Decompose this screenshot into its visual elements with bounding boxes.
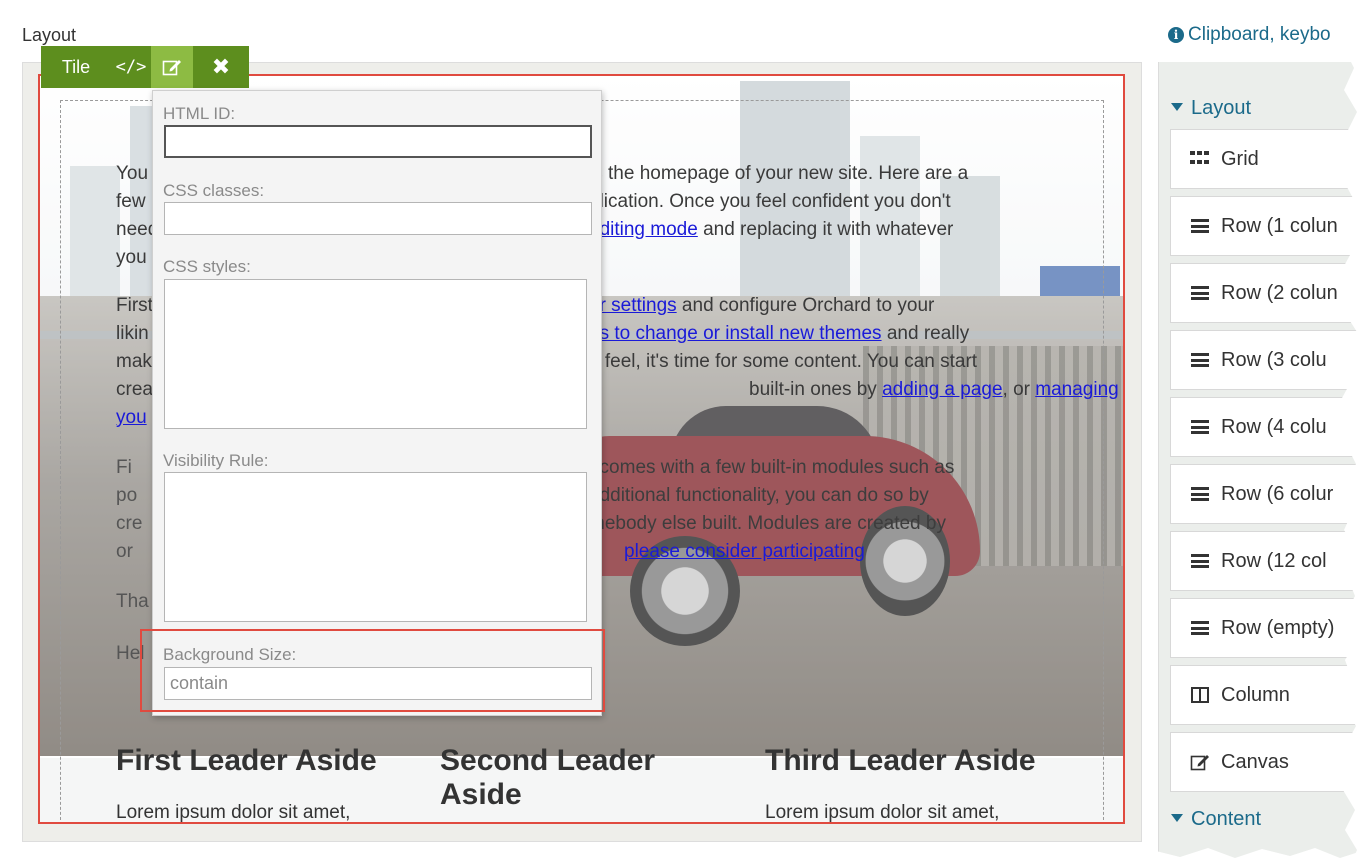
content-section-label: Content <box>1191 808 1262 830</box>
editing-mode-link[interactable]: editing mode <box>589 219 698 240</box>
text-fragment: make <box>116 351 163 372</box>
bars-icon <box>1189 554 1211 568</box>
toolbox-item-label: Row (6 colur <box>1221 482 1334 505</box>
text-fragment: You <box>116 163 149 184</box>
aside-body-1: Lorem ipsum dolor sit amet, <box>116 802 351 823</box>
toolbox-item-row-2[interactable]: Row (2 colun <box>1170 263 1360 323</box>
toolbox-sidebar: Layout Grid Row (1 colun Row (2 colun Ro… <box>1158 62 1360 862</box>
text-fragment: and configure Orchard to your <box>676 295 935 316</box>
caret-down-icon <box>1171 103 1183 111</box>
toolbox-item-row-6[interactable]: Row (6 colur <box>1170 464 1360 524</box>
toolbox-item-label: Column <box>1221 683 1290 706</box>
text-fragment: t comes with a few built-in modules such… <box>589 457 955 478</box>
toolbox-item-row-1[interactable]: Row (1 colun <box>1170 196 1360 256</box>
toolbox-item-label: Row (empty) <box>1221 616 1335 639</box>
background-size-highlight <box>140 629 605 712</box>
toolbox-item-label: Canvas <box>1221 750 1289 773</box>
text-fragment: , or <box>1002 379 1036 400</box>
text-fragment: likin <box>116 323 149 344</box>
bars-icon <box>1189 487 1211 501</box>
properties-popup: HTML ID: CSS classes: CSS styles: Visibi… <box>152 90 602 716</box>
bars-icon <box>1189 286 1211 300</box>
aside-body-3: Lorem ipsum dolor sit amet, <box>765 802 1000 823</box>
aside-title-3: Third Leader Aside <box>765 744 1036 777</box>
info-icon: i <box>1168 27 1184 43</box>
column-icon <box>1189 687 1211 703</box>
toolbox-item-column[interactable]: Column <box>1170 665 1360 725</box>
text-fragment: few <box>116 191 146 212</box>
bars-icon <box>1189 621 1211 635</box>
toolbox-item-row-4[interactable]: Row (4 colu <box>1170 397 1360 457</box>
content-section-toggle[interactable]: Content <box>1171 808 1261 831</box>
code-icon[interactable]: </> <box>111 46 151 88</box>
text-fragment: plication. Once you feel confident you d… <box>589 191 951 212</box>
toolbar-label: Tile <box>41 46 111 88</box>
text-fragment: crea <box>116 379 153 400</box>
settings-link[interactable]: ur settings <box>589 295 677 316</box>
adding-page-link[interactable]: adding a page <box>882 379 1002 400</box>
text-fragment: need <box>116 219 159 240</box>
css-styles-textarea[interactable] <box>164 279 587 429</box>
text-fragment: and replacing it with whatever <box>703 219 954 240</box>
toolbox-item-row-empty[interactable]: Row (empty) <box>1170 598 1360 658</box>
text-fragment: cre <box>116 513 143 534</box>
close-icon[interactable]: ✖ <box>193 46 249 88</box>
css-classes-label: CSS classes: <box>163 181 265 200</box>
html-id-label: HTML ID: <box>163 104 236 123</box>
toolbox-item-label: Row (3 colu <box>1221 348 1327 371</box>
layout-section-toggle[interactable]: Layout <box>1171 97 1251 120</box>
text-fragment: mebody else built. Modules are created b… <box>589 513 946 534</box>
toolbox-item-canvas[interactable]: Canvas <box>1170 732 1360 792</box>
text-fragment: is the homepage of your new site. Here a… <box>589 163 969 184</box>
toolbox-item-label: Row (1 colun <box>1221 214 1338 237</box>
text-fragment: d feel, it's time for some content. You … <box>589 351 978 372</box>
participating-link[interactable]: please consider participating <box>624 541 865 562</box>
bars-icon <box>1189 353 1211 367</box>
toolbox-item-label: Row (2 colun <box>1221 281 1338 304</box>
caret-down-icon <box>1171 814 1183 822</box>
torn-edge-bottom <box>0 848 1365 868</box>
aside-title-1: First Leader Aside <box>116 744 377 777</box>
grid-icon <box>1189 151 1211 167</box>
torn-edge-right <box>1342 0 1365 868</box>
visibility-rule-label: Visibility Rule: <box>163 451 269 470</box>
visibility-rule-textarea[interactable] <box>164 472 587 622</box>
text-fragment-link[interactable]: you <box>116 407 147 428</box>
themes-link[interactable]: es to change or install new themes <box>589 323 882 344</box>
edit-icon <box>1189 753 1211 771</box>
help-link[interactable]: i Clipboard, keybo <box>1168 24 1331 46</box>
text-fragment: you <box>116 247 147 268</box>
toolbox-item-row-3[interactable]: Row (3 colu <box>1170 330 1360 390</box>
help-link-label: Clipboard, keybo <box>1188 24 1331 45</box>
text-fragment: po <box>116 485 138 506</box>
toolbox-item-grid[interactable]: Grid <box>1170 129 1360 189</box>
element-toolbar: Tile </> ✖ <box>41 46 249 88</box>
toolbox-item-label: Grid <box>1221 147 1259 170</box>
toolbox-item-row-12[interactable]: Row (12 col <box>1170 531 1360 591</box>
css-classes-input[interactable] <box>164 202 592 235</box>
layout-title: Layout <box>22 25 77 45</box>
text-fragment: Fi <box>116 457 132 478</box>
text-fragment: additional functionality, you can do so … <box>589 485 929 506</box>
text-fragment: or <box>116 541 133 562</box>
layout-section-label: Layout <box>1191 97 1252 119</box>
toolbox-item-label: Row (4 colu <box>1221 415 1327 438</box>
text-fragment: First <box>116 295 153 316</box>
managing-link[interactable]: managing <box>1035 379 1118 400</box>
toolbox-item-label: Row (12 col <box>1221 549 1327 572</box>
edit-icon[interactable] <box>151 46 193 88</box>
aside-title-2: Second Leader Aside <box>440 744 656 811</box>
css-styles-label: CSS styles: <box>163 257 251 276</box>
html-id-input[interactable] <box>164 125 592 158</box>
bars-icon <box>1189 420 1211 434</box>
bars-icon <box>1189 219 1211 233</box>
text-fragment: built-in ones by <box>749 379 883 400</box>
text-fragment: and really <box>881 323 970 344</box>
